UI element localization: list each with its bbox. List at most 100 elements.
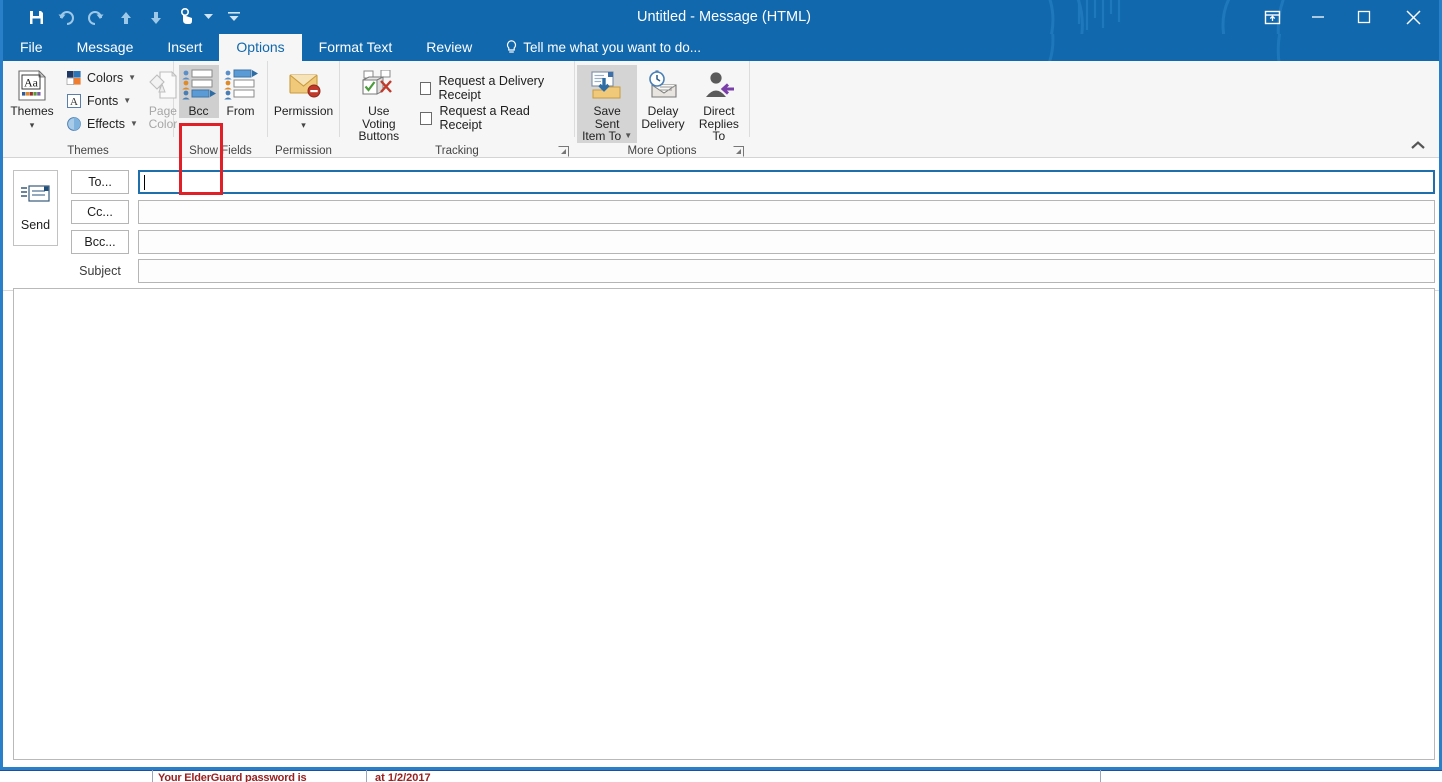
tracking-dialog-launcher-icon[interactable]: [558, 144, 570, 156]
background-text-b: at 1/2/2017: [375, 772, 431, 782]
delay-delivery-icon: [646, 68, 680, 102]
ribbon-display-options-icon[interactable]: [1249, 0, 1295, 34]
effects-icon: [65, 115, 82, 132]
tell-me-search[interactable]: Tell me what you want to do...: [506, 34, 701, 61]
permission-icon: [286, 68, 322, 102]
voting-buttons-icon: [361, 68, 397, 102]
colors-label: Colors: [87, 71, 123, 85]
ribbon-group-permission: Permission ▾ Permission: [268, 61, 340, 137]
touch-mode-icon[interactable]: [171, 4, 201, 30]
effects-button[interactable]: Effects ▼: [61, 112, 142, 135]
fonts-icon: A: [65, 92, 82, 109]
from-button[interactable]: From: [219, 65, 263, 118]
group-label-show-fields: Show Fields: [174, 145, 267, 157]
background-text-a: Your ElderGuard password is: [158, 772, 306, 782]
request-delivery-receipt-row[interactable]: Request a Delivery Receipt: [420, 73, 574, 103]
request-read-receipt-checkbox[interactable]: [420, 112, 433, 125]
ribbon-group-more-options: Save Sent Item To ▼ De: [575, 61, 750, 137]
send-button[interactable]: Send: [13, 170, 58, 246]
cc-field-row: Cc...: [71, 200, 129, 224]
delay-label-2: Delivery: [641, 118, 684, 131]
from-icon: [223, 68, 259, 102]
collapse-ribbon-icon[interactable]: [1409, 137, 1427, 153]
delay-label-1: Delay: [648, 105, 679, 118]
request-delivery-receipt-label: Request a Delivery Receipt: [438, 74, 574, 102]
bcc-label: Bcc: [188, 105, 208, 118]
title-bar: Untitled - Message (HTML): [3, 0, 1439, 34]
direct-replies-to-button[interactable]: Direct Replies To: [689, 65, 749, 143]
to-button[interactable]: To...: [71, 170, 129, 194]
send-icon: [21, 184, 51, 208]
tab-format-text[interactable]: Format Text: [302, 34, 410, 61]
cc-input[interactable]: [138, 200, 1435, 224]
tab-options[interactable]: Options: [219, 34, 301, 61]
delay-delivery-button[interactable]: Delay Delivery: [637, 65, 689, 130]
quick-access-toolbar[interactable]: [21, 0, 241, 34]
colors-chevron-down-icon[interactable]: ▼: [128, 74, 136, 82]
from-label: From: [227, 105, 255, 118]
svg-text:A: A: [70, 96, 78, 108]
group-label-more-options: More Options: [575, 145, 749, 157]
up-icon[interactable]: [111, 4, 141, 30]
use-voting-buttons-button[interactable]: Use Voting Buttons: [346, 65, 412, 143]
background-column-divider: [152, 769, 153, 782]
cc-button[interactable]: Cc...: [71, 200, 129, 224]
message-body-editor[interactable]: [13, 288, 1435, 760]
effects-chevron-down-icon[interactable]: ▼: [130, 120, 138, 128]
minimize-icon[interactable]: [1295, 0, 1341, 34]
permission-chevron-down-icon[interactable]: ▾: [301, 119, 306, 132]
save-sent-item-to-button[interactable]: Save Sent Item To ▼: [577, 65, 637, 143]
fonts-chevron-down-icon[interactable]: ▼: [123, 97, 131, 105]
request-delivery-receipt-checkbox[interactable]: [420, 82, 432, 95]
lightbulb-icon: [506, 40, 517, 55]
window-controls: [1249, 0, 1439, 34]
colors-icon: [65, 69, 82, 86]
close-icon[interactable]: [1387, 0, 1439, 34]
themes-chevron-down-icon[interactable]: ▾: [30, 119, 35, 132]
bcc-field-row: Bcc...: [71, 230, 129, 254]
tab-review[interactable]: Review: [409, 34, 489, 61]
request-read-receipt-row[interactable]: Request a Read Receipt: [420, 103, 574, 133]
save-sent-chevron-down-icon[interactable]: ▼: [624, 132, 632, 140]
background-table-strip: Your ElderGuard password is at 1/2/2017: [0, 768, 1442, 782]
bcc-icon: [181, 68, 217, 102]
subject-field-row: Subject: [71, 259, 129, 283]
bcc-button[interactable]: Bcc: [179, 65, 219, 118]
permission-label: Permission: [274, 105, 333, 118]
redo-icon[interactable]: [81, 4, 111, 30]
save-sent-label-1: Save Sent: [581, 105, 633, 130]
tab-file[interactable]: File: [3, 34, 60, 61]
tabstrip-decoration: [1009, 34, 1439, 61]
bcc-button[interactable]: Bcc...: [71, 230, 129, 254]
fonts-label: Fonts: [87, 94, 118, 108]
compose-header: Send To... Cc... Bcc... Subject: [3, 158, 1439, 291]
more-options-dialog-launcher-icon[interactable]: [733, 144, 745, 156]
send-label: Send: [21, 218, 50, 232]
down-icon[interactable]: [141, 4, 171, 30]
group-label-tracking: Tracking: [340, 145, 574, 157]
to-input[interactable]: [138, 170, 1435, 194]
group-label-permission: Permission: [268, 145, 339, 157]
ribbon-group-tracking: Use Voting Buttons Request a Delivery Re…: [340, 61, 575, 137]
subject-input[interactable]: [138, 259, 1435, 283]
page-color-label-1: Page: [149, 105, 177, 118]
save-sent-label-2: Item To: [582, 130, 621, 143]
qat-chevron-down-icon[interactable]: [201, 4, 215, 30]
undo-icon[interactable]: [51, 4, 81, 30]
maximize-icon[interactable]: [1341, 0, 1387, 34]
request-read-receipt-label: Request a Read Receipt: [439, 104, 574, 132]
bcc-input[interactable]: [138, 230, 1435, 254]
voting-label-2: Buttons: [358, 130, 399, 143]
ribbon: Aa Themes ▾ Colors ▼: [3, 61, 1439, 158]
themes-button[interactable]: Aa Themes ▾: [7, 65, 57, 131]
ribbon-group-show-fields: Bcc From Show Fields: [174, 61, 268, 137]
fonts-button[interactable]: A Fonts ▼: [61, 89, 142, 112]
customize-qat-icon[interactable]: [227, 4, 241, 30]
permission-button[interactable]: Permission ▾: [270, 65, 338, 131]
effects-label: Effects: [87, 117, 125, 131]
tab-insert[interactable]: Insert: [150, 34, 219, 61]
tab-message[interactable]: Message: [60, 34, 151, 61]
save-icon[interactable]: [21, 4, 51, 30]
themes-label: Themes: [10, 105, 53, 118]
colors-button[interactable]: Colors ▼: [61, 66, 142, 89]
